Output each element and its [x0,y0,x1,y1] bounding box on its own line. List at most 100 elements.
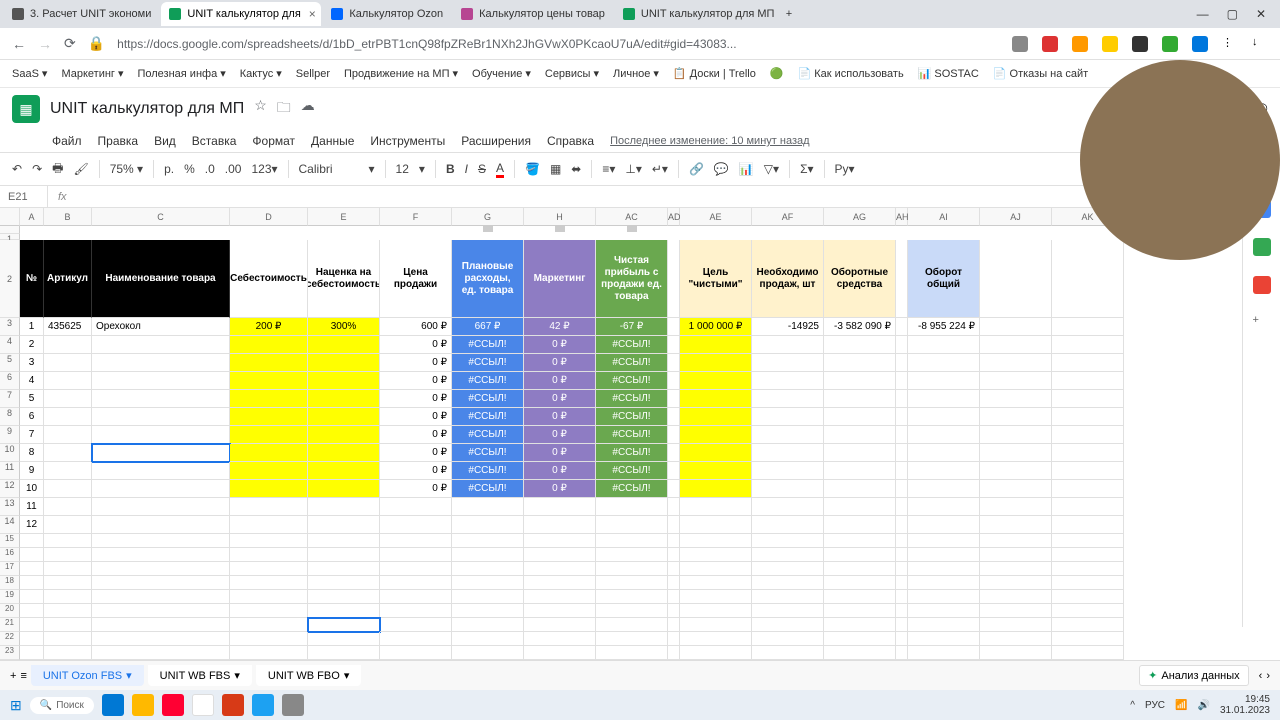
tray-icon[interactable]: ^ [1130,700,1135,711]
paint-icon[interactable]: 🖌 [73,162,88,176]
lock-icon[interactable]: 🔒 [88,35,105,52]
table-row[interactable]: 19 [0,590,1124,604]
bookmark[interactable]: Маркетинг ▾ [61,67,123,80]
percent-icon[interactable]: % [184,162,195,176]
sheets-logo-icon[interactable]: ▦ [12,95,40,123]
bookmark[interactable]: 📋 Доски | Trello [673,67,756,80]
bookmark[interactable]: Полезная инфа ▾ [137,67,225,80]
table-row[interactable]: 18 [0,576,1124,590]
bookmark[interactable]: SaaS ▾ [12,67,47,80]
ext-icon[interactable] [1192,36,1208,52]
table-row[interactable]: 20 [0,604,1124,618]
tab-3[interactable]: Калькулятор цены товар [453,2,613,26]
search-input[interactable]: 🔍 Поиск [30,697,94,714]
table-row[interactable]: 8 6 0 ₽ #ССЫЛ! 0 ₽ #ССЫЛ! [0,408,1124,426]
borders-icon[interactable]: ▦ [550,162,561,176]
taskbar-icon[interactable] [222,694,244,716]
table-row[interactable]: 12 10 0 ₽ #ССЫЛ! 0 ₽ #ССЫЛ! [0,480,1124,498]
menu-extensions[interactable]: Расширения [461,134,531,148]
bookmark[interactable]: Обучение ▾ [472,67,531,80]
menu-insert[interactable]: Вставка [192,134,237,148]
add-sheet-icon[interactable]: + [10,670,16,682]
sheet-tab[interactable]: UNIT WB FBO ▾ [256,665,361,686]
table-row[interactable]: 10 8 0 ₽ #ССЫЛ! 0 ₽ #ССЫЛ! [0,444,1124,462]
valign-icon[interactable]: ⊥▾ [625,162,641,176]
table-row[interactable]: 14 12 [0,516,1124,534]
cloud-icon[interactable]: ☁ [301,97,315,121]
bookmark[interactable]: Сервисы ▾ [545,67,599,80]
tab-0[interactable]: 3. Расчет UNIT экономи [4,2,159,26]
close-window-icon[interactable]: ✕ [1256,7,1266,21]
bookmark[interactable]: Личное ▾ [613,67,659,80]
ext-icon[interactable] [1042,36,1058,52]
maps-icon[interactable] [1253,276,1271,294]
halign-icon[interactable]: ≡▾ [602,162,615,176]
menu-edit[interactable]: Правка [98,134,139,148]
link-icon[interactable]: 🔗 [689,162,704,176]
table-row[interactable]: 9 7 0 ₽ #ССЫЛ! 0 ₽ #ССЫЛ! [0,426,1124,444]
tab-4[interactable]: UNIT калькулятор для МП [615,2,775,26]
taskbar-icon[interactable] [282,694,304,716]
table-row[interactable]: 3 1 435625 Орехокол 200 ₽ 300% 600 ₽ 667… [0,318,1124,336]
ext-icon[interactable] [1132,36,1148,52]
zoom-select[interactable]: 75% ▾ [110,162,143,176]
download-icon[interactable]: ↓ [1252,36,1268,52]
close-icon[interactable]: × [309,7,316,21]
comment-icon[interactable]: 💬 [714,162,729,176]
scroll-left-icon[interactable]: ‹ [1259,670,1263,682]
sigma-icon[interactable]: Σ▾ [800,162,813,176]
add-icon[interactable]: + [1253,314,1271,332]
taskbar-icon[interactable] [132,694,154,716]
table-row[interactable]: 22 [0,632,1124,646]
reload-icon[interactable]: ⟳ [64,35,76,52]
minimize-icon[interactable]: — [1197,7,1209,21]
sheet-tab[interactable]: UNIT WB FBS ▾ [148,665,252,686]
sheet-tab[interactable]: UNIT Ozon FBS ▾ [31,665,144,686]
menu-icon[interactable]: ⋮ [1222,36,1238,52]
chrome-icon[interactable] [192,694,214,716]
table-row[interactable]: 17 [0,562,1124,576]
tab-1-active[interactable]: UNIT калькулятор для× [161,2,321,26]
print-icon[interactable]: 🖶 [52,159,63,180]
fill-icon[interactable]: 🪣 [525,162,540,176]
filter-icon[interactable]: ▽▾ [764,162,779,176]
menu-file[interactable]: Файл [52,134,82,148]
cyrillic-icon[interactable]: Ру▾ [835,162,855,176]
explore-button[interactable]: ✦Анализ данных [1139,665,1249,686]
bookmark[interactable]: 🟢 [770,67,784,80]
font-select[interactable]: Calibri [299,162,359,176]
redo-icon[interactable]: ↷ [32,162,42,176]
maximize-icon[interactable]: ▢ [1227,7,1238,21]
scroll-right-icon[interactable]: › [1266,670,1270,682]
menu-help[interactable]: Справка [547,134,594,148]
bold-icon[interactable]: B [446,162,455,176]
table-row[interactable]: 11 9 0 ₽ #ССЫЛ! 0 ₽ #ССЫЛ! [0,462,1124,480]
bookmark[interactable]: Sellper [296,68,330,80]
bookmark[interactable]: Продвижение на МП ▾ [344,67,458,80]
ext-icon[interactable] [1162,36,1178,52]
strike-icon[interactable]: S [478,162,486,176]
ext-icon[interactable] [1012,36,1028,52]
wifi-icon[interactable]: 📶 [1175,700,1187,711]
ext-icon[interactable] [1072,36,1088,52]
chart-icon[interactable]: 📊 [739,162,754,176]
menu-format[interactable]: Формат [252,134,295,148]
textcolor-icon[interactable]: A [496,161,504,178]
table-row[interactable]: 21 [0,618,1124,632]
table-row[interactable]: 13 11 [0,498,1124,516]
url-input[interactable]: https://docs.google.com/spreadsheets/d/1… [117,37,1000,51]
contacts-icon[interactable] [1253,238,1271,256]
doc-title[interactable]: UNIT калькулятор для МП [50,100,244,118]
lang-indicator[interactable]: РУС [1145,700,1165,711]
sheet-area[interactable]: A B C D E F G H AC AD AE AF AG AH AI AJ … [0,208,1280,683]
size-select[interactable]: 12 [396,162,409,176]
bookmark[interactable]: 📄 Как использовать [798,67,904,80]
table-row[interactable]: 5 3 0 ₽ #ССЫЛ! 0 ₽ #ССЫЛ! [0,354,1124,372]
bookmark[interactable]: 📄 Отказы на сайт [993,67,1088,80]
table-row[interactable]: 4 2 0 ₽ #ССЫЛ! 0 ₽ #ССЫЛ! [0,336,1124,354]
volume-icon[interactable]: 🔊 [1197,700,1209,711]
clock-date[interactable]: 31.01.2023 [1220,705,1270,716]
merge-icon[interactable]: ⬌ [571,162,581,176]
italic-icon[interactable]: I [465,162,468,176]
taskbar-icon[interactable] [162,694,184,716]
